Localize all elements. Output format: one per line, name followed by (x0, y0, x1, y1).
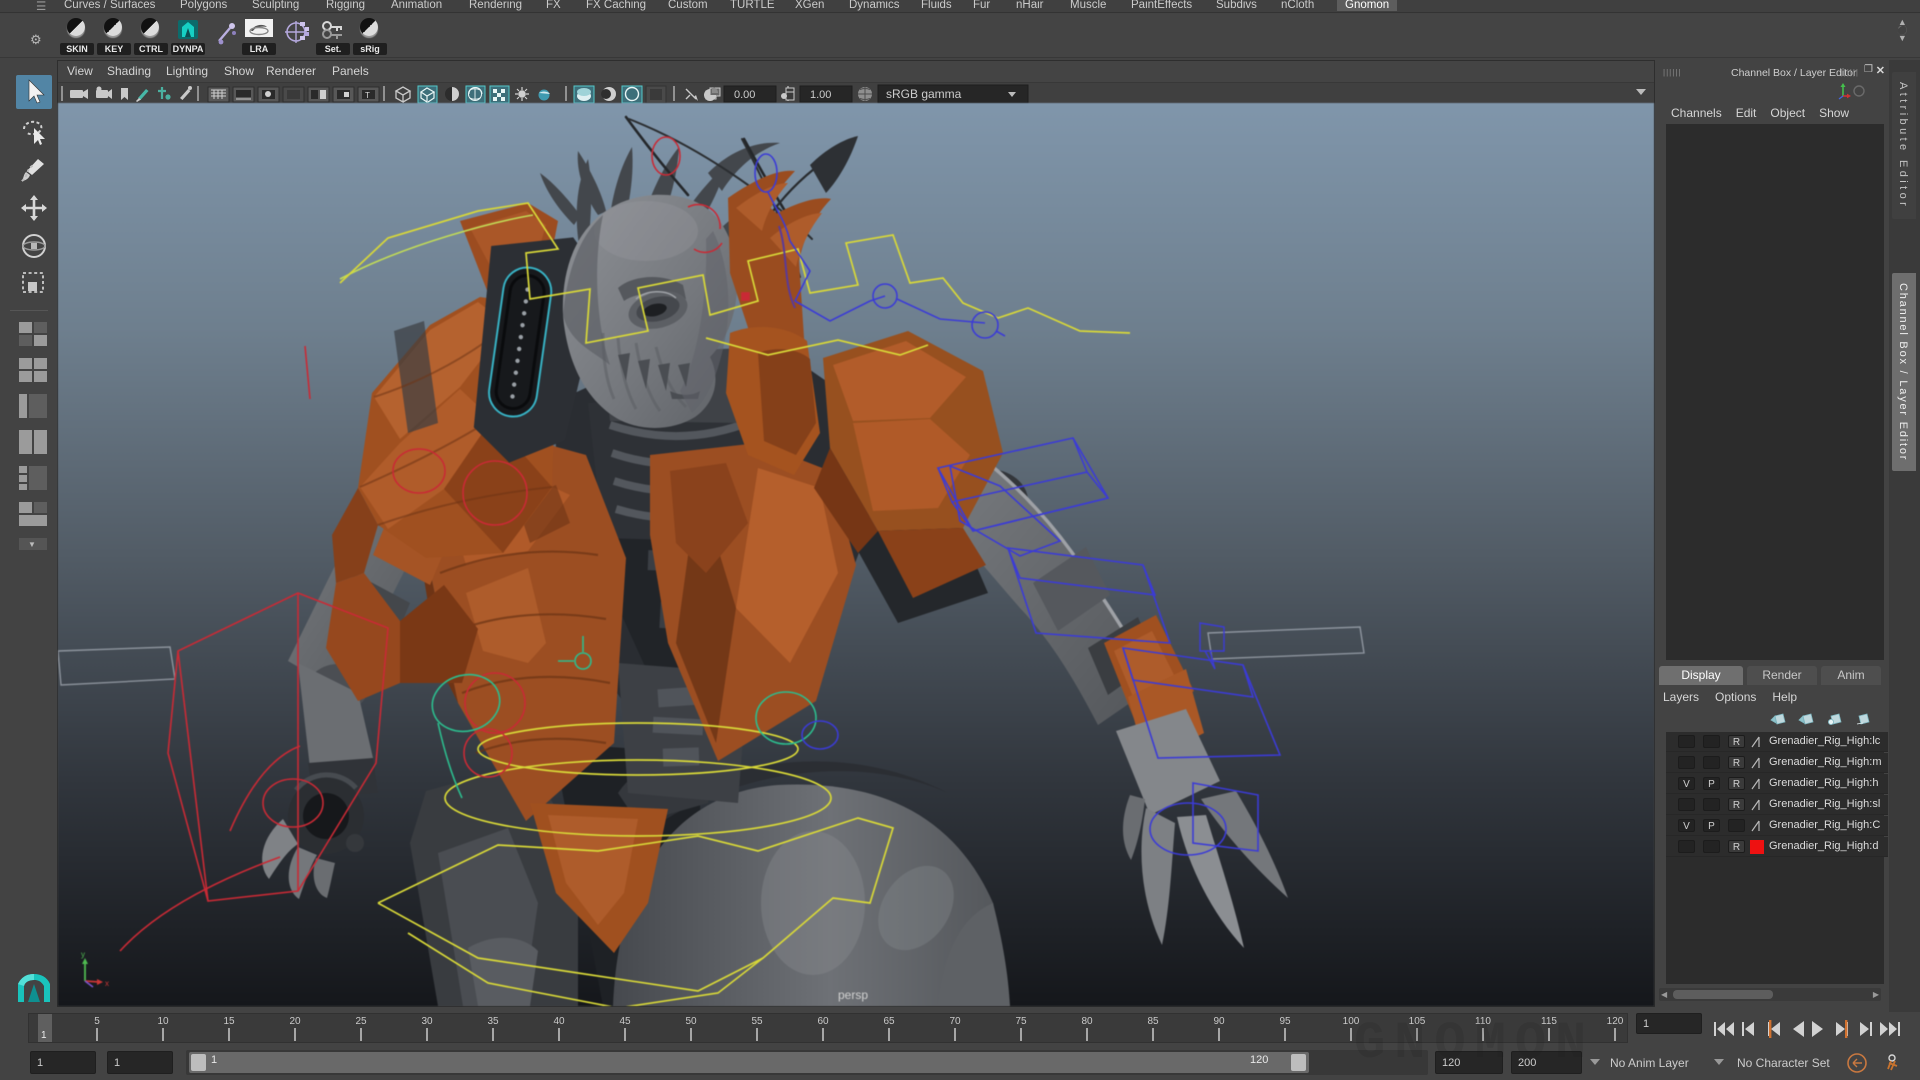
svg-text:x: x (105, 979, 109, 988)
svg-text:25: 25 (355, 1016, 367, 1027)
svg-text:15: 15 (223, 1016, 235, 1027)
svg-text:65: 65 (883, 1016, 895, 1027)
svg-text:y: y (81, 950, 85, 959)
svg-text:30: 30 (421, 1016, 433, 1027)
svg-text:55: 55 (751, 1016, 763, 1027)
svg-text:35: 35 (487, 1016, 499, 1027)
svg-text:1: 1 (41, 1030, 47, 1041)
svg-text:5: 5 (94, 1016, 100, 1027)
svg-text:persp: persp (838, 988, 868, 1002)
svg-text:95: 95 (1279, 1016, 1291, 1027)
svg-text:sRGB gamma: sRGB gamma (886, 87, 962, 101)
svg-text:45: 45 (619, 1016, 631, 1027)
svg-text:50: 50 (685, 1016, 697, 1027)
svg-text:80: 80 (1081, 1016, 1093, 1027)
svg-text:T: T (365, 91, 370, 100)
svg-text:40: 40 (553, 1016, 565, 1027)
svg-text:75: 75 (1015, 1016, 1027, 1027)
svg-text:0.00: 0.00 (734, 89, 755, 101)
svg-text:85: 85 (1147, 1016, 1159, 1027)
svg-text:1.00: 1.00 (810, 89, 831, 101)
svg-text:60: 60 (817, 1016, 829, 1027)
svg-text:90: 90 (1213, 1016, 1225, 1027)
svg-text:20: 20 (289, 1016, 301, 1027)
svg-text:10: 10 (157, 1016, 169, 1027)
svg-text:70: 70 (949, 1016, 961, 1027)
